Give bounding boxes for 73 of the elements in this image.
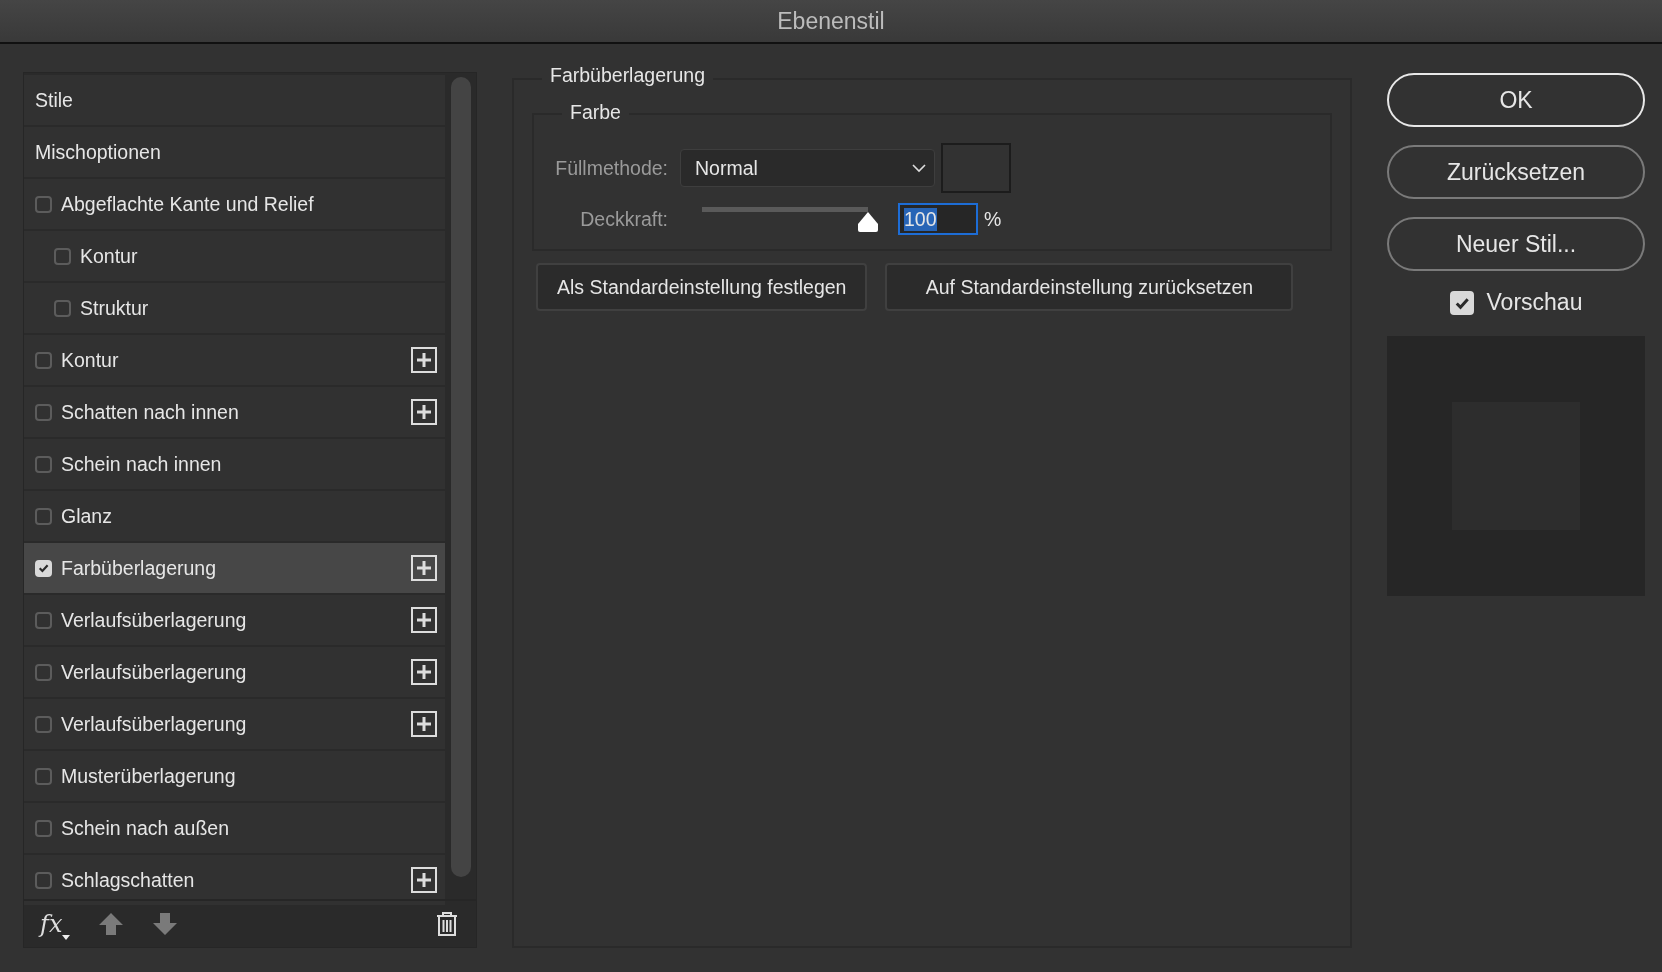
style-list-item[interactable]: Schein nach außen [24, 803, 445, 853]
opacity-input[interactable]: 100 [898, 203, 978, 235]
style-label: Schein nach außen [61, 816, 230, 840]
section-title: Farbüberlagerung [542, 64, 714, 87]
add-icon[interactable] [411, 711, 437, 737]
add-icon[interactable] [411, 867, 437, 893]
checkbox[interactable] [35, 403, 52, 421]
style-label: Verlaufsüberlagerung [61, 660, 247, 684]
checkbox[interactable] [35, 819, 52, 837]
style-list-item[interactable]: Struktur [24, 283, 445, 333]
dialog-button[interactable]: OK [1387, 73, 1645, 127]
style-list-item[interactable]: Stile [24, 75, 445, 125]
checkbox[interactable] [35, 663, 52, 681]
style-label: Schein nach innen [61, 452, 222, 476]
checkbox[interactable] [54, 247, 71, 265]
checkbox[interactable] [54, 299, 71, 317]
field-label: Füllmethode: [554, 156, 668, 180]
dialog-button[interactable]: Zurücksetzen [1387, 145, 1645, 199]
move-down-icon[interactable] [152, 912, 179, 936]
preview-label: Vorschau [1486, 289, 1583, 316]
style-list-item[interactable]: Glanz [24, 491, 445, 541]
slider-thumb[interactable] [857, 211, 879, 233]
style-list-item[interactable]: Kontur [24, 231, 445, 281]
unit-label: % [984, 207, 1002, 231]
checkbox[interactable] [35, 351, 52, 369]
style-list-item[interactable]: Abgeflachte Kante und Relief [24, 179, 445, 229]
default-button[interactable]: Als Standardeinstellung festlegen [536, 263, 868, 311]
style-label: Verlaufsüberlagerung [61, 608, 247, 632]
checkbox[interactable] [35, 871, 52, 889]
style-label: Verlaufsüberlagerung [61, 712, 247, 736]
add-icon[interactable] [411, 399, 437, 425]
style-list-item[interactable]: Schlagschatten [24, 855, 445, 905]
scrollbar-thumb[interactable] [450, 77, 471, 877]
style-label: Kontur [61, 348, 119, 372]
style-list-item[interactable]: Musterüberlagerung [24, 751, 445, 801]
add-icon[interactable] [411, 555, 437, 581]
style-list-item[interactable]: Verlaufsüberlagerung [24, 595, 445, 645]
style-list-item[interactable]: Kontur [24, 335, 445, 385]
default-button[interactable]: Auf Standardeinstellung zurücksetzen [885, 263, 1294, 311]
checkbox[interactable] [35, 507, 52, 525]
blend-mode-dropdown[interactable]: Normal [680, 149, 935, 187]
add-icon[interactable] [411, 659, 437, 685]
field-label: Deckkraft: [579, 207, 668, 231]
caret-icon [62, 935, 71, 940]
dialog-button[interactable]: Neuer Stil... [1387, 217, 1645, 271]
style-label: Glanz [61, 504, 112, 528]
checkbox[interactable] [35, 195, 52, 213]
style-list-item[interactable]: Farbüberlagerung [24, 543, 445, 593]
style-list-item[interactable]: Schatten nach innen [24, 387, 445, 437]
style-list-item[interactable]: Verlaufsüberlagerung [24, 699, 445, 749]
checkbox[interactable] [35, 611, 52, 629]
style-label: Musterüberlagerung [61, 764, 236, 788]
style-label: Schatten nach innen [61, 400, 239, 424]
style-list-item[interactable]: Schein nach innen [24, 439, 445, 489]
checkbox[interactable] [35, 455, 52, 473]
window-title: Ebenenstil [777, 7, 885, 35]
trash-icon[interactable] [436, 912, 458, 936]
style-label: Mischoptionen [35, 140, 161, 164]
style-label: Abgeflachte Kante und Relief [61, 192, 314, 216]
style-list-item[interactable]: Verlaufsüberlagerung [24, 647, 445, 697]
add-icon[interactable] [411, 347, 437, 373]
style-list-item[interactable]: Mischoptionen [24, 127, 445, 177]
add-icon[interactable] [411, 607, 437, 633]
style-label: Stile [35, 88, 73, 112]
style-label: Kontur [80, 244, 138, 268]
style-label: Struktur [80, 296, 149, 320]
style-label: Farbüberlagerung [61, 556, 217, 580]
fx-button[interactable]: fx [40, 910, 71, 938]
checkbox[interactable] [35, 715, 52, 733]
style-label: Schlagschatten [61, 868, 195, 892]
chevron-down-icon [912, 163, 926, 173]
move-up-icon[interactable] [98, 912, 125, 936]
checkbox[interactable] [35, 767, 52, 785]
